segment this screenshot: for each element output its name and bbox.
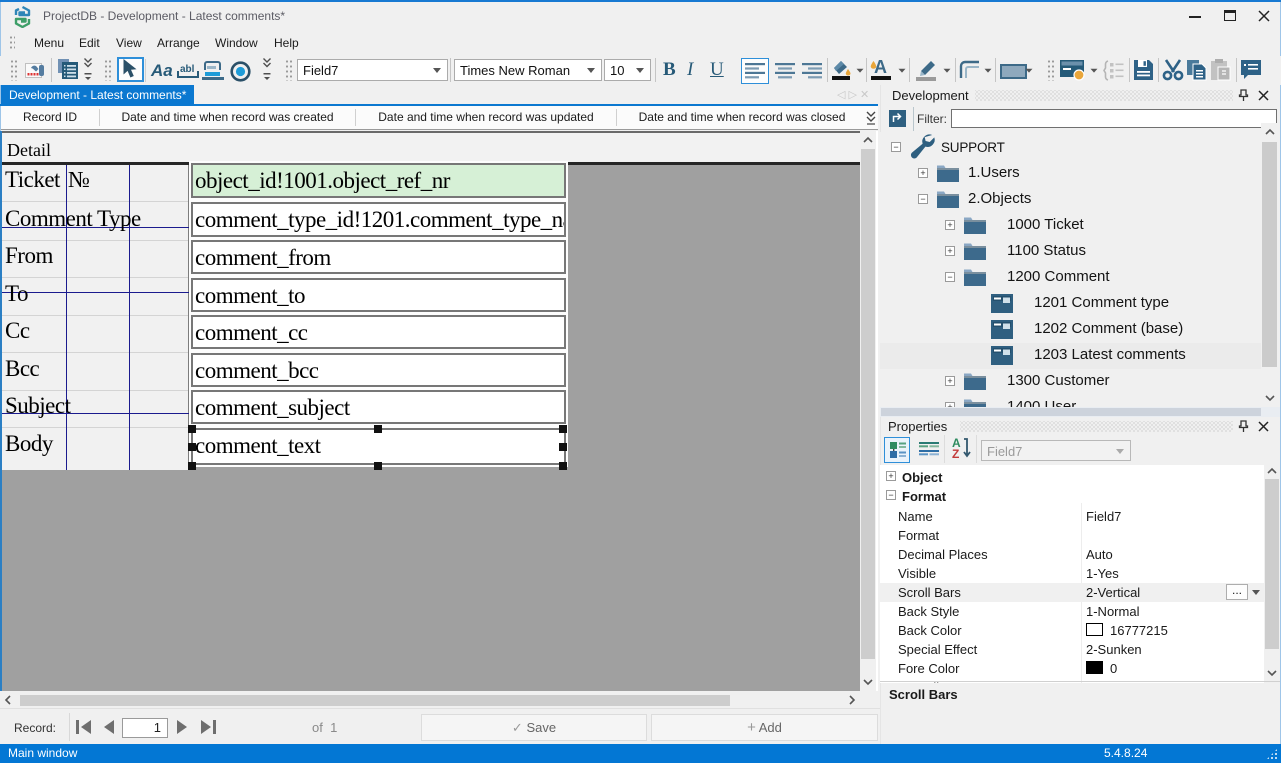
- svg-text:abl: abl: [180, 64, 195, 75]
